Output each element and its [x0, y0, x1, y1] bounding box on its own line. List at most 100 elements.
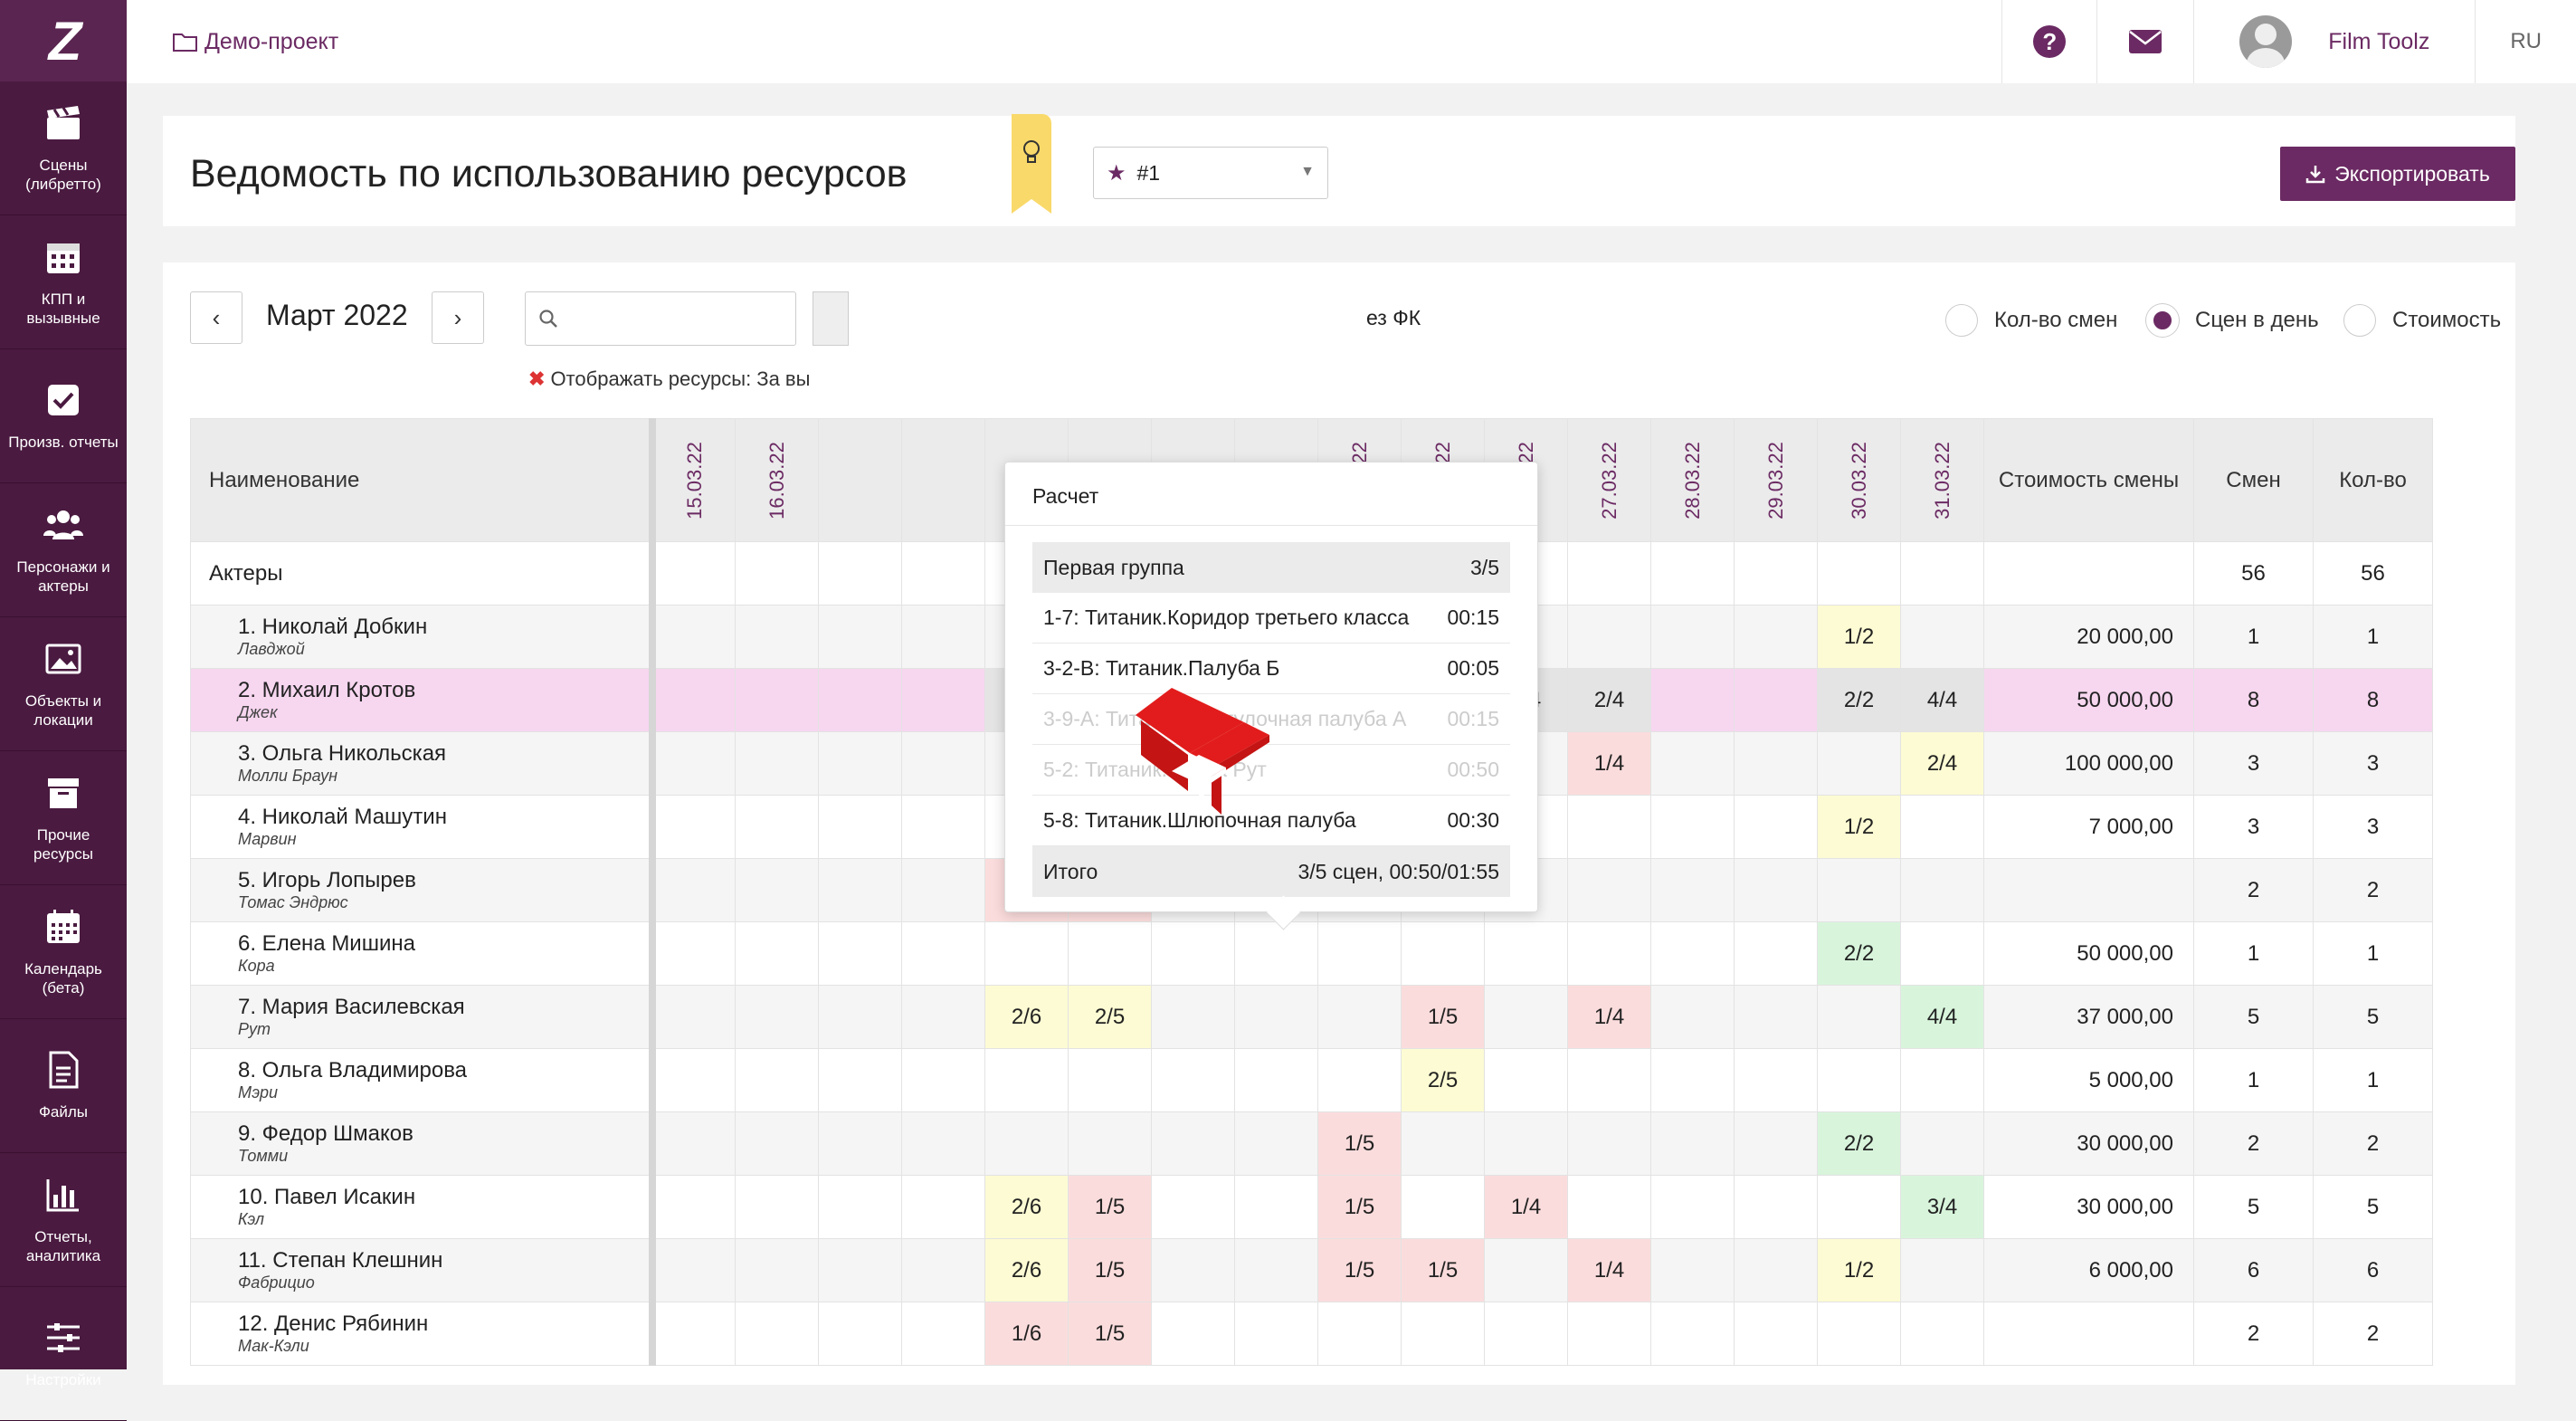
- day-cell[interactable]: [1650, 668, 1735, 732]
- day-cell[interactable]: [1650, 1048, 1735, 1112]
- date-column-header[interactable]: [818, 418, 902, 542]
- day-cell[interactable]: [1817, 1302, 1901, 1366]
- day-cell[interactable]: [651, 731, 736, 796]
- day-cell[interactable]: [735, 1048, 819, 1112]
- day-cell[interactable]: [1900, 858, 1984, 922]
- day-cell[interactable]: [818, 1238, 902, 1302]
- day-cell[interactable]: [984, 921, 1069, 986]
- day-cell[interactable]: 1/4: [1567, 1238, 1651, 1302]
- day-cell[interactable]: [1151, 921, 1235, 986]
- day-cell[interactable]: [1650, 1302, 1735, 1366]
- export-button[interactable]: Экспортировать: [2280, 147, 2515, 201]
- day-cell[interactable]: [1817, 731, 1901, 796]
- actor-cell[interactable]: 5. Игорь Лопырев Томас Эндрюс: [190, 858, 656, 922]
- day-cell[interactable]: [651, 985, 736, 1049]
- popup-scene-row[interactable]: 5-8: Титаник.Шлюпочная палуба 00:30: [1032, 796, 1510, 846]
- day-cell[interactable]: 2/2: [1817, 1111, 1901, 1176]
- day-cell[interactable]: [1484, 985, 1568, 1049]
- day-cell[interactable]: [1401, 1111, 1485, 1176]
- sidebar-item-8[interactable]: Отчеты, аналитика: [0, 1153, 127, 1287]
- radio-shift-count[interactable]: Кол-во смен: [1945, 304, 2117, 337]
- day-cell[interactable]: [1734, 1175, 1818, 1239]
- day-cell[interactable]: [901, 985, 985, 1049]
- day-cell[interactable]: 2/2: [1817, 921, 1901, 986]
- day-cell[interactable]: [1734, 795, 1818, 859]
- help-button[interactable]: ?: [2001, 0, 2096, 83]
- day-cell[interactable]: [1567, 1175, 1651, 1239]
- date-column-header[interactable]: 28.03.22: [1650, 418, 1735, 542]
- day-cell[interactable]: [1734, 1111, 1818, 1176]
- day-cell[interactable]: [1234, 1238, 1318, 1302]
- day-cell[interactable]: 2/6: [984, 985, 1069, 1049]
- table-row[interactable]: 7. Мария Василевская Рут 2/6 2/5 1/5 1/4 4/4 37…: [190, 985, 2433, 1049]
- table-row[interactable]: 11. Степан Клешнин Фабрицио 2/6 1/5 1/5 1/5 1/…: [190, 1238, 2433, 1302]
- day-cell[interactable]: 1/2: [1817, 1238, 1901, 1302]
- day-cell[interactable]: [1234, 921, 1318, 986]
- day-cell[interactable]: 1/6: [984, 1302, 1069, 1366]
- date-column-header[interactable]: 29.03.22: [1734, 418, 1818, 542]
- sidebar-item-3[interactable]: Персонажи и актеры: [0, 483, 127, 617]
- day-cell[interactable]: [735, 1111, 819, 1176]
- day-cell[interactable]: [901, 858, 985, 922]
- day-cell[interactable]: [1567, 605, 1651, 669]
- day-cell[interactable]: [735, 668, 819, 732]
- popup-scene-row[interactable]: 5-2: Титаник.Каюта Рут 00:50: [1032, 745, 1510, 796]
- day-cell[interactable]: [651, 668, 736, 732]
- day-cell[interactable]: [1900, 1238, 1984, 1302]
- day-cell[interactable]: [901, 605, 985, 669]
- day-cell[interactable]: [651, 1175, 736, 1239]
- day-cell[interactable]: [1151, 985, 1235, 1049]
- sidebar-item-4[interactable]: Объекты и локации: [0, 617, 127, 751]
- day-cell[interactable]: [1734, 541, 1818, 606]
- day-cell[interactable]: 1/5: [1068, 1175, 1152, 1239]
- day-cell[interactable]: [735, 605, 819, 669]
- day-cell[interactable]: 1/4: [1484, 1175, 1568, 1239]
- day-cell[interactable]: [1151, 1048, 1235, 1112]
- day-cell[interactable]: [1317, 921, 1402, 986]
- day-cell[interactable]: [1734, 1302, 1818, 1366]
- radio-cost[interactable]: Стоимость: [2343, 304, 2501, 337]
- day-cell[interactable]: [735, 985, 819, 1049]
- day-cell[interactable]: [1317, 1302, 1402, 1366]
- day-cell[interactable]: 1/5: [1317, 1238, 1402, 1302]
- day-cell[interactable]: [1151, 1111, 1235, 1176]
- day-cell[interactable]: [901, 795, 985, 859]
- day-cell[interactable]: [1817, 985, 1901, 1049]
- day-cell[interactable]: 1/4: [1567, 731, 1651, 796]
- actor-cell[interactable]: 6. Елена Мишина Кора: [190, 921, 656, 986]
- sidebar-item-9[interactable]: Настройки: [0, 1287, 127, 1421]
- day-cell[interactable]: 3/4: [1900, 1175, 1984, 1239]
- day-cell[interactable]: [1650, 605, 1735, 669]
- day-cell[interactable]: 1/2: [1817, 795, 1901, 859]
- filter-button[interactable]: [813, 291, 849, 346]
- day-cell[interactable]: [735, 541, 819, 606]
- actor-cell[interactable]: 3. Ольга Никольская Молли Браун: [190, 731, 656, 796]
- day-cell[interactable]: [1734, 605, 1818, 669]
- actor-cell[interactable]: 10. Павел Исакин Кэл: [190, 1175, 656, 1239]
- day-cell[interactable]: [1317, 985, 1402, 1049]
- day-cell[interactable]: [818, 985, 902, 1049]
- date-column-header[interactable]: 31.03.22: [1900, 418, 1984, 542]
- day-cell[interactable]: [1650, 731, 1735, 796]
- day-cell[interactable]: [735, 731, 819, 796]
- day-cell[interactable]: [735, 1302, 819, 1366]
- day-cell[interactable]: [1734, 985, 1818, 1049]
- messages-button[interactable]: [2096, 0, 2193, 83]
- day-cell[interactable]: 2/5: [1068, 985, 1152, 1049]
- day-cell[interactable]: [1567, 921, 1651, 986]
- day-cell[interactable]: [1484, 1238, 1568, 1302]
- day-cell[interactable]: [1734, 731, 1818, 796]
- day-cell[interactable]: [1650, 1175, 1735, 1239]
- day-cell[interactable]: [1234, 1302, 1318, 1366]
- next-month-button[interactable]: ›: [432, 291, 484, 344]
- day-cell[interactable]: [1567, 1048, 1651, 1112]
- date-column-header[interactable]: 15.03.22: [651, 418, 736, 542]
- day-cell[interactable]: [1734, 858, 1818, 922]
- day-cell[interactable]: 1/5: [1317, 1175, 1402, 1239]
- day-cell[interactable]: 1/5: [1401, 985, 1485, 1049]
- table-row[interactable]: 10. Павел Исакин Кэл 2/6 1/5 1/5 1/4 3/4 30 000…: [190, 1175, 2433, 1239]
- variant-select[interactable]: ★ #1 ▼: [1093, 147, 1328, 199]
- language-switch[interactable]: RU: [2475, 0, 2576, 83]
- day-cell[interactable]: [818, 1302, 902, 1366]
- actor-cell[interactable]: 4. Николай Машутин Марвин: [190, 795, 656, 859]
